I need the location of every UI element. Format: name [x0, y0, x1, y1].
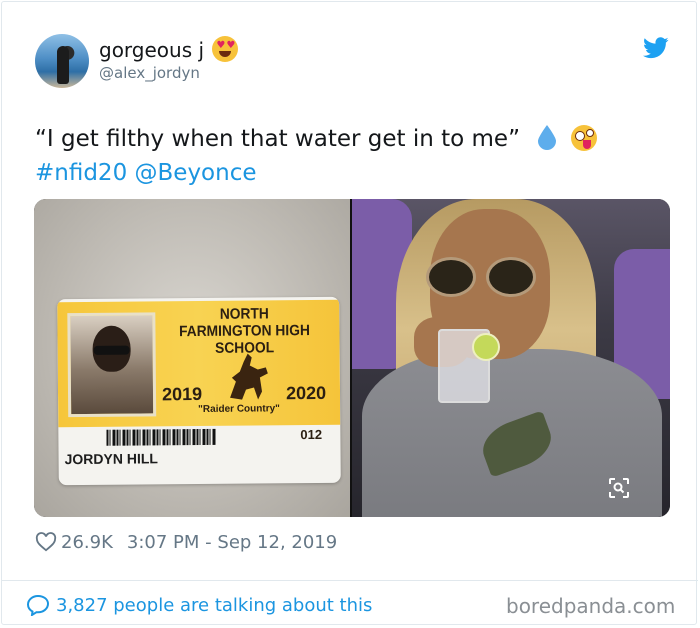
- celebrity-photo[interactable]: [352, 199, 670, 517]
- like-count[interactable]: 26.9K: [61, 532, 113, 553]
- year-end: 2020: [285, 382, 327, 404]
- display-name[interactable]: gorgeous j ♥ ♥: [99, 36, 239, 62]
- id-card-portrait: [67, 312, 157, 418]
- student-name: JORDYN HILL: [64, 450, 158, 468]
- tweet-time[interactable]: 3:07 PM: [127, 532, 200, 553]
- droplet-emoji-icon: [538, 125, 557, 150]
- display-name-text: gorgeous j: [99, 38, 205, 62]
- tweet-card: gorgeous j ♥ ♥ @alex_jordyn “I get filthy…: [1, 1, 698, 625]
- avatar[interactable]: [35, 34, 89, 88]
- horse-rider-logo-icon: [230, 353, 268, 400]
- hashtag-link[interactable]: #nfid20: [35, 160, 127, 186]
- speech-bubble-icon: [26, 594, 50, 616]
- user-handle[interactable]: @alex_jordyn: [99, 64, 200, 82]
- talking-count-text: 3,827 people are talking about this: [56, 594, 373, 616]
- conversation-link[interactable]: 3,827 people are talking about this: [26, 593, 372, 617]
- date-separator: -: [205, 531, 212, 553]
- twitter-bird-icon[interactable]: [643, 37, 669, 59]
- divider: [2, 580, 698, 581]
- mention-link[interactable]: @Beyonce: [135, 160, 257, 186]
- year-start: 2019: [161, 383, 203, 405]
- id-card-photo[interactable]: NORTH FARMINGTON HIGH SCHOOL 2019 2020 "…: [34, 199, 350, 517]
- tweet-media[interactable]: NORTH FARMINGTON HIGH SCHOOL 2019 2020 "…: [34, 199, 670, 517]
- visual-search-icon[interactable]: [608, 477, 630, 499]
- heart-eyes-emoji-icon: ♥ ♥: [212, 36, 239, 62]
- id-number: 012: [300, 426, 323, 443]
- school-motto: "Raider Country": [198, 403, 280, 416]
- tweet-quote: “I get filthy when that water get in to …: [35, 126, 520, 152]
- tweet-meta: 26.9K 3:07 PM - Sep 12, 2019: [35, 530, 337, 554]
- heart-icon[interactable]: [35, 532, 57, 552]
- student-id-card: NORTH FARMINGTON HIGH SCHOOL 2019 2020 "…: [57, 296, 341, 486]
- watermark: boredpanda.com: [506, 594, 676, 618]
- zany-face-emoji-icon: [570, 125, 597, 151]
- tweet-text: “I get filthy when that water get in to …: [35, 122, 675, 190]
- tweet-date[interactable]: Sep 12, 2019: [217, 532, 337, 553]
- barcode: [106, 428, 217, 446]
